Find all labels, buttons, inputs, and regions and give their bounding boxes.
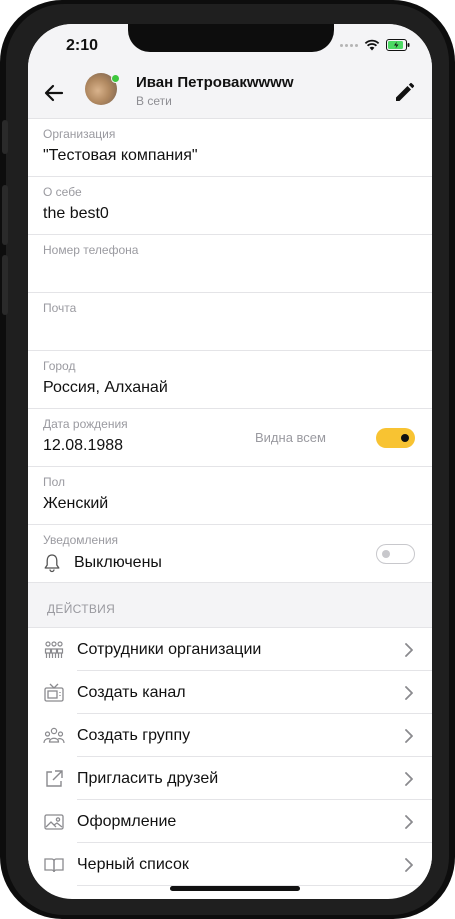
gender-value: Женский (43, 495, 109, 512)
home-indicator[interactable] (170, 886, 300, 891)
actions-section-header: ДЕЙСТВИЯ (28, 583, 432, 628)
contact-name: Иван Петровакwwww (136, 74, 294, 91)
chevron-right-icon (405, 729, 413, 743)
action-invite-friends-label: Пригласить друзей (77, 770, 219, 787)
employees-icon (44, 641, 64, 658)
action-employees[interactable]: Сотрудники организации (28, 628, 432, 671)
action-create-channel-label: Создать канал (77, 684, 186, 701)
action-blacklist-label: Черный список (77, 856, 189, 873)
action-employees-label: Сотрудники организации (77, 641, 262, 658)
about-value: the best0 (43, 205, 109, 222)
chevron-right-icon (405, 858, 413, 872)
notifications-value: Выключены (74, 554, 162, 571)
chevron-right-icon (405, 815, 413, 829)
organization-field: Организация "Тестовая компания" (28, 119, 432, 177)
status-time: 2:10 (66, 37, 99, 54)
presence-status: В сети (136, 94, 172, 108)
tv-icon (44, 683, 64, 702)
notifications-field: Уведомления Выключены (28, 525, 432, 583)
action-appearance-label: Оформление (77, 813, 177, 830)
action-blacklist[interactable]: Черный список (28, 843, 432, 886)
bell-icon (44, 554, 60, 573)
profile-content: Организация "Тестовая компания" О себе t… (28, 119, 432, 886)
chat-header: Иван Петровакwwww В сети (28, 68, 432, 119)
screen: 2:10 Иван Петровакwwww В сети Организаци… (28, 24, 432, 899)
action-appearance[interactable]: Оформление (28, 800, 432, 843)
edit-pencil-icon[interactable] (392, 81, 416, 105)
birthday-visibility-toggle[interactable] (376, 428, 415, 448)
group-icon (43, 727, 65, 744)
chevron-right-icon (405, 643, 413, 657)
volume-down-button (2, 255, 8, 315)
phone-frame: 2:10 Иван Петровакwwww В сети Организаци… (0, 0, 455, 919)
notch (128, 24, 334, 52)
about-label: О себе (43, 185, 82, 199)
online-indicator (111, 74, 120, 83)
action-create-channel[interactable]: Создать канал (28, 671, 432, 714)
volume-up-button (2, 185, 8, 245)
share-icon (46, 770, 63, 787)
about-field: О себе the best0 (28, 177, 432, 235)
book-icon (44, 858, 64, 873)
chevron-right-icon (405, 686, 413, 700)
gender-label: Пол (43, 475, 66, 489)
action-create-group[interactable]: Создать группу (28, 714, 432, 757)
email-label: Почта (43, 301, 77, 315)
email-field: Почта (28, 293, 432, 351)
actions-section-title: ДЕЙСТВИЯ (47, 602, 116, 616)
notifications-toggle[interactable] (376, 544, 415, 564)
city-label: Город (43, 359, 76, 373)
mute-switch (2, 120, 8, 154)
action-create-group-label: Создать группу (77, 727, 191, 744)
birthday-field: Дата рождения 12.08.1988 Видна всем (28, 409, 432, 467)
cellular-signal-icon (340, 43, 358, 47)
battery-icon (386, 39, 410, 51)
image-icon (44, 814, 64, 830)
organization-value: "Тестовая компания" (43, 147, 198, 164)
notifications-label: Уведомления (43, 533, 119, 547)
phone-label: Номер телефона (43, 243, 139, 257)
city-value: Россия, Алханай (43, 379, 168, 396)
gender-field: Пол Женский (28, 467, 432, 525)
wifi-icon (364, 39, 380, 51)
birthday-visibility-label: Видна всем (255, 430, 326, 445)
back-arrow-icon[interactable] (42, 81, 66, 105)
status-icons (340, 39, 410, 51)
birthday-value: 12.08.1988 (43, 437, 124, 454)
organization-label: Организация (43, 127, 116, 141)
birthday-label: Дата рождения (43, 417, 128, 431)
chevron-right-icon (405, 772, 413, 786)
phone-field: Номер телефона (28, 235, 432, 293)
city-field: Город Россия, Алханай (28, 351, 432, 409)
action-invite-friends[interactable]: Пригласить друзей (28, 757, 432, 800)
